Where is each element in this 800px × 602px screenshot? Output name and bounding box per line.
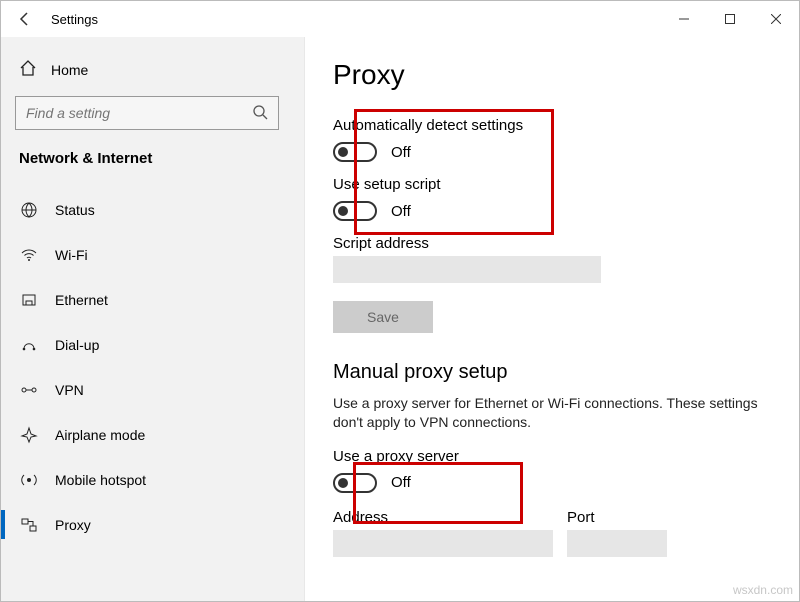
setup-script-toggle[interactable]: [333, 201, 377, 221]
sidebar-item-label: Wi-Fi: [55, 247, 88, 263]
port-label: Port: [567, 509, 667, 526]
sidebar: Home Network & Internet Status: [1, 37, 305, 601]
sidebar-item-vpn[interactable]: VPN: [1, 367, 304, 412]
search-field[interactable]: [15, 96, 279, 130]
search-input[interactable]: [26, 105, 252, 121]
script-address-label: Script address: [333, 235, 773, 252]
port-input[interactable]: [567, 530, 667, 557]
vpn-icon: [19, 381, 39, 399]
maximize-icon: [725, 14, 735, 24]
sidebar-item-proxy[interactable]: Proxy: [1, 502, 304, 547]
proxy-icon: [19, 516, 39, 534]
close-button[interactable]: [753, 1, 799, 37]
setup-script-state: Off: [391, 203, 411, 220]
minimize-icon: [679, 14, 689, 24]
sidebar-item-wifi[interactable]: Wi-Fi: [1, 232, 304, 277]
script-address-input[interactable]: [333, 256, 601, 283]
window-title: Settings: [45, 12, 98, 27]
sidebar-item-ethernet[interactable]: Ethernet: [1, 277, 304, 322]
minimize-button[interactable]: [661, 1, 707, 37]
titlebar: Settings: [1, 1, 799, 37]
sidebar-item-airplane[interactable]: Airplane mode: [1, 412, 304, 457]
use-proxy-state: Off: [391, 474, 411, 491]
hotspot-icon: [19, 471, 39, 489]
sidebar-item-hotspot[interactable]: Mobile hotspot: [1, 457, 304, 502]
sidebar-item-label: Dial-up: [55, 337, 99, 353]
sidebar-item-label: Airplane mode: [55, 427, 145, 443]
address-label: Address: [333, 509, 553, 526]
sidebar-section-title: Network & Internet: [1, 140, 304, 173]
sidebar-item-label: Mobile hotspot: [55, 472, 146, 488]
back-arrow-icon: [17, 11, 33, 27]
main-panel: Proxy Automatically detect settings Off …: [305, 37, 799, 601]
home-button[interactable]: Home: [1, 51, 304, 88]
address-input[interactable]: [333, 530, 553, 557]
setup-script-label: Use setup script: [333, 176, 773, 193]
home-icon: [19, 59, 37, 80]
back-button[interactable]: [5, 1, 45, 37]
settings-window: Settings Home: [0, 0, 800, 602]
auto-detect-toggle[interactable]: [333, 142, 377, 162]
close-icon: [771, 14, 781, 24]
search-icon: [252, 104, 268, 123]
auto-detect-label: Automatically detect settings: [333, 117, 773, 134]
home-label: Home: [51, 62, 88, 78]
manual-heading: Manual proxy setup: [333, 361, 773, 384]
watermark: wsxdn.com: [733, 583, 793, 597]
dialup-icon: [19, 336, 39, 354]
sidebar-item-label: Ethernet: [55, 292, 108, 308]
page-title: Proxy: [333, 59, 773, 91]
sidebar-item-label: Proxy: [55, 517, 91, 533]
ethernet-icon: [19, 291, 39, 309]
maximize-button[interactable]: [707, 1, 753, 37]
sidebar-item-label: Status: [55, 202, 95, 218]
save-button[interactable]: Save: [333, 301, 433, 333]
sidebar-item-label: VPN: [55, 382, 84, 398]
sidebar-item-status[interactable]: Status: [1, 187, 304, 232]
airplane-icon: [19, 426, 39, 444]
sidebar-nav: Status Wi-Fi Ethernet Dial-up VPN: [1, 187, 304, 601]
manual-desc: Use a proxy server for Ethernet or Wi-Fi…: [333, 394, 773, 432]
use-proxy-toggle[interactable]: [333, 473, 377, 493]
window-controls: [661, 1, 799, 37]
wifi-icon: [19, 246, 39, 264]
globe-icon: [19, 201, 39, 219]
sidebar-item-dialup[interactable]: Dial-up: [1, 322, 304, 367]
use-proxy-label: Use a proxy server: [333, 448, 773, 465]
auto-detect-state: Off: [391, 144, 411, 161]
